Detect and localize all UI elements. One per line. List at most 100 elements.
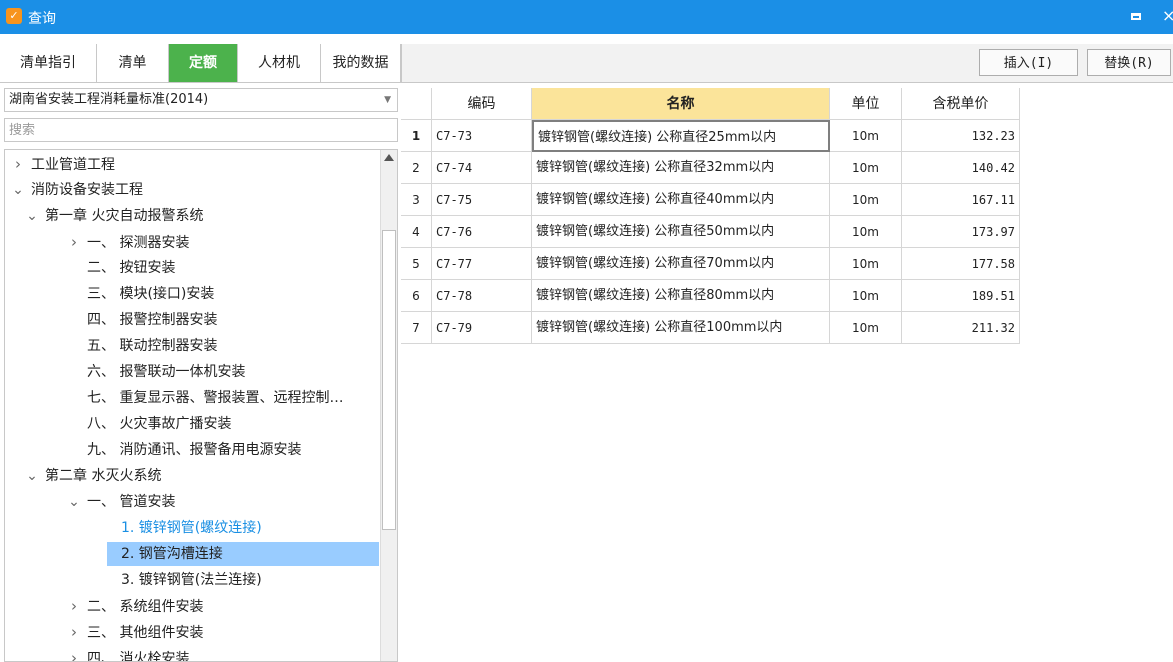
maximize-icon[interactable] [1131, 13, 1141, 20]
tab-my-data[interactable]: 我的数据 [321, 44, 401, 82]
tree-item-label: 消防设备安装工程 [31, 182, 143, 198]
table-cell-name[interactable]: 镀锌钢管(螺纹连接) 公称直径25mm以内 [532, 120, 830, 152]
table-cell-idx[interactable]: 3 [401, 184, 432, 216]
tree-item[interactable]: 六、 报警联动一体机安装 [67, 360, 397, 384]
table-cell-idx[interactable]: 4 [401, 216, 432, 248]
scroll-up-arrow-icon[interactable] [384, 154, 394, 161]
tree-scrollbar[interactable] [380, 150, 397, 661]
table-cell-price[interactable]: 173.97 [902, 216, 1020, 248]
tree-item[interactable]: › 三、 其他组件安装 [67, 620, 397, 644]
chevron-down-icon[interactable]: ⌄ [11, 178, 25, 202]
tree-item-label: 九、 消防通讯、报警备用电源安装 [87, 442, 302, 458]
column-header-price[interactable]: 含税单价 [902, 88, 1020, 120]
tab-materials[interactable]: 人材机 [238, 44, 321, 82]
column-header-unit[interactable]: 单位 [830, 88, 902, 120]
table-cell-name[interactable]: 镀锌钢管(螺纹连接) 公称直径100mm以内 [532, 312, 830, 344]
replace-button[interactable]: 替换(R) [1087, 49, 1171, 76]
tree-item[interactable]: 二、 按钮安装 [67, 256, 397, 280]
table-cell-unit[interactable]: 10m [830, 312, 902, 344]
insert-button[interactable]: 插入(I) [979, 49, 1078, 76]
table-cell-idx[interactable]: 7 [401, 312, 432, 344]
tree-item-label: 3. 镀锌钢管(法兰连接) [121, 572, 262, 588]
tree-item[interactable]: 3. 镀锌钢管(法兰连接) [111, 568, 397, 592]
tab-bill[interactable]: 清单 [97, 44, 169, 82]
tree-item[interactable]: 八、 火灾事故广播安装 [67, 412, 397, 436]
tab-guide[interactable]: 清单指引 [0, 44, 97, 82]
tree-item-label: 工业管道工程 [31, 157, 115, 173]
tree-item-label: 四、 消火栓安装 [87, 651, 190, 662]
tree-item[interactable]: ⌄ 第二章 水灭火系统 [25, 464, 397, 488]
window-title: 查询 [28, 11, 56, 27]
table-cell-code[interactable]: C7-77 [432, 248, 532, 280]
table-cell-code[interactable]: C7-78 [432, 280, 532, 312]
window-titlebar: ✓ 查询 × [0, 0, 1173, 34]
table-cell-name[interactable]: 镀锌钢管(螺纹连接) 公称直径40mm以内 [532, 184, 830, 216]
chevron-right-icon[interactable]: › [11, 152, 25, 176]
tree-item-label: 四、 报警控制器安装 [87, 312, 218, 328]
table-cell-unit[interactable]: 10m [830, 184, 902, 216]
table-cell-idx[interactable]: 6 [401, 280, 432, 312]
tree-item-label: 七、 重复显示器、警报装置、远程控制… [87, 390, 344, 406]
tree-item-label: 二、 按钮安装 [87, 260, 176, 276]
category-tree: › 四、 消火栓安装 › 三、 其他组件安装 › 二、 系统组件安装 3. 镀锌钢管(法兰连… [4, 149, 398, 662]
search-input[interactable] [4, 118, 398, 142]
tree-item-label: 六、 报警联动一体机安装 [87, 364, 246, 380]
table-cell-name[interactable]: 镀锌钢管(螺纹连接) 公称直径80mm以内 [532, 280, 830, 312]
close-icon[interactable]: × [1162, 6, 1173, 25]
chevron-down-icon[interactable]: ⌄ [25, 204, 39, 228]
table-cell-code[interactable]: C7-79 [432, 312, 532, 344]
table-cell-unit[interactable]: 10m [830, 216, 902, 248]
tree-item[interactable]: › 工业管道工程 [11, 152, 385, 176]
tree-item[interactable]: 三、 模块(接口)安装 [67, 282, 397, 306]
table-cell-idx[interactable]: 5 [401, 248, 432, 280]
tree-item[interactable]: ⌄ 一、 管道安装 [67, 490, 397, 514]
table-cell-code[interactable]: C7-76 [432, 216, 532, 248]
chevron-right-icon[interactable]: › [67, 646, 81, 661]
table-cell-unit[interactable]: 10m [830, 248, 902, 280]
chevron-down-icon[interactable]: ⌄ [25, 464, 39, 488]
tree-item[interactable]: › 四、 消火栓安装 [67, 646, 397, 662]
tree-item-label: 1. 镀锌钢管(螺纹连接) [121, 520, 262, 536]
tree-item[interactable]: 九、 消防通讯、报警备用电源安装 [67, 438, 397, 462]
table-cell-price[interactable]: 140.42 [902, 152, 1020, 184]
table-cell-idx[interactable]: 1 [401, 120, 432, 152]
table-cell-price[interactable]: 177.58 [902, 248, 1020, 280]
tree-item[interactable]: 1. 镀锌钢管(螺纹连接) [111, 516, 397, 540]
tree-item[interactable]: ⌄ 消防设备安装工程 [11, 178, 385, 202]
table-cell-code[interactable]: C7-73 [432, 120, 532, 152]
table-cell-price[interactable]: 132.23 [902, 120, 1020, 152]
tree-item[interactable]: 四、 报警控制器安装 [67, 308, 397, 332]
table-cell-price[interactable]: 167.11 [902, 184, 1020, 216]
tree-item-label: 三、 模块(接口)安装 [87, 286, 215, 302]
table-cell-unit[interactable]: 10m [830, 152, 902, 184]
chevron-right-icon[interactable]: › [67, 230, 81, 254]
table-cell-unit[interactable]: 10m [830, 120, 902, 152]
tab-quota[interactable]: 定额 [169, 44, 238, 82]
tree-item-label: 五、 联动控制器安装 [87, 338, 218, 354]
tree-item[interactable]: ⌄ 第一章 火灾自动报警系统 [25, 204, 397, 228]
column-header-name[interactable]: 名称 [532, 88, 830, 120]
chevron-right-icon[interactable]: › [67, 620, 81, 644]
tree-item[interactable]: 七、 重复显示器、警报装置、远程控制… [67, 386, 397, 410]
scrollbar-thumb[interactable] [382, 230, 396, 530]
table-cell-name[interactable]: 镀锌钢管(螺纹连接) 公称直径70mm以内 [532, 248, 830, 280]
chevron-down-icon[interactable]: ▼ [384, 89, 391, 111]
library-select[interactable]: 湖南省安装工程消耗量标准(2014) ▼ [4, 88, 398, 112]
table-cell-code[interactable]: C7-74 [432, 152, 532, 184]
table-cell-price[interactable]: 211.32 [902, 312, 1020, 344]
tree-item[interactable]: 五、 联动控制器安装 [67, 334, 397, 358]
table-cell-name[interactable]: 镀锌钢管(螺纹连接) 公称直径32mm以内 [532, 152, 830, 184]
tree-item[interactable]: › 二、 系统组件安装 [67, 594, 397, 618]
table-cell-price[interactable]: 189.51 [902, 280, 1020, 312]
table-cell-name[interactable]: 镀锌钢管(螺纹连接) 公称直径50mm以内 [532, 216, 830, 248]
tree-item[interactable]: › 一、 探测器安装 [67, 230, 397, 254]
table-cell-code[interactable]: C7-75 [432, 184, 532, 216]
tree-item-label: 二、 系统组件安装 [87, 599, 204, 615]
column-header-code[interactable]: 编码 [432, 88, 532, 120]
table-cell-idx[interactable]: 2 [401, 152, 432, 184]
chevron-down-icon[interactable]: ⌄ [67, 490, 81, 514]
tree-item-label: 第一章 火灾自动报警系统 [45, 208, 204, 224]
table-cell-unit[interactable]: 10m [830, 280, 902, 312]
chevron-right-icon[interactable]: › [67, 594, 81, 618]
tree-item[interactable]: 2. 钢管沟槽连接 [107, 542, 379, 566]
